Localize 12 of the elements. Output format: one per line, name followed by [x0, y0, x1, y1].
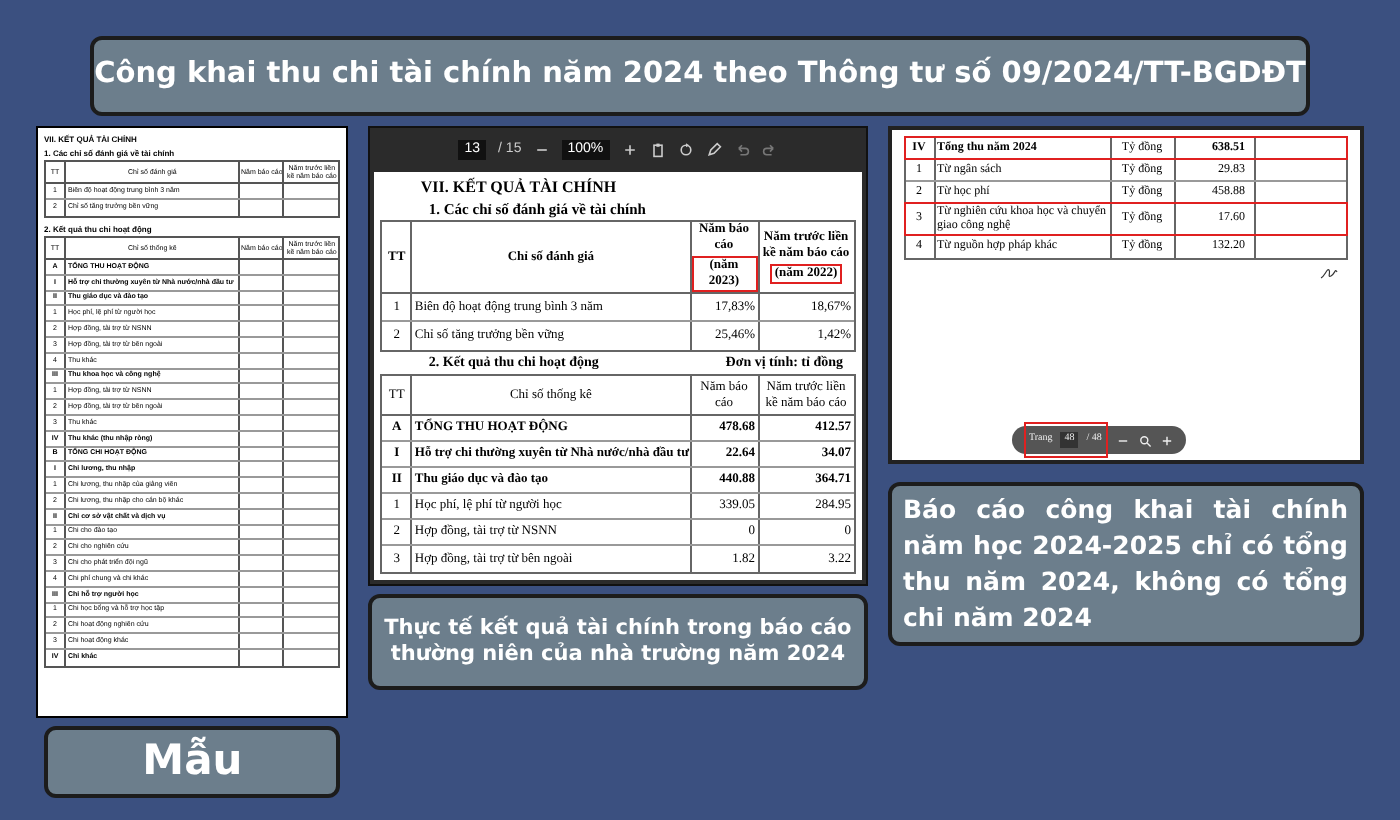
zoom-in-icon[interactable]: [621, 142, 638, 158]
caption-label: Báo cáo công khai tài chính năm học 2024-2025 chỉ có tổng thu năm 2024, không có tổng chi năm 2024: [887, 482, 1364, 646]
caption-label: Mẫu: [44, 726, 341, 798]
banner-title: Công khai thu chi tài chính năm 2024 theo Thông tư số 09/2024/TT-BGDĐT: [90, 36, 1310, 116]
section-heading: VII. KẾT QUẢ TÀI CHÍNH: [418, 176, 619, 198]
clipboard-icon[interactable]: [649, 142, 666, 158]
undo-icon[interactable]: [733, 142, 750, 158]
caption-label: Thực tế kết quả tài chính trong báo cáo thường niên của nhà trường năm 2024: [368, 594, 867, 690]
pen-icon[interactable]: [705, 142, 722, 158]
zoom-icon[interactable]: [1137, 433, 1152, 447]
redo-icon[interactable]: [761, 142, 778, 158]
rotate-icon[interactable]: [677, 142, 694, 158]
